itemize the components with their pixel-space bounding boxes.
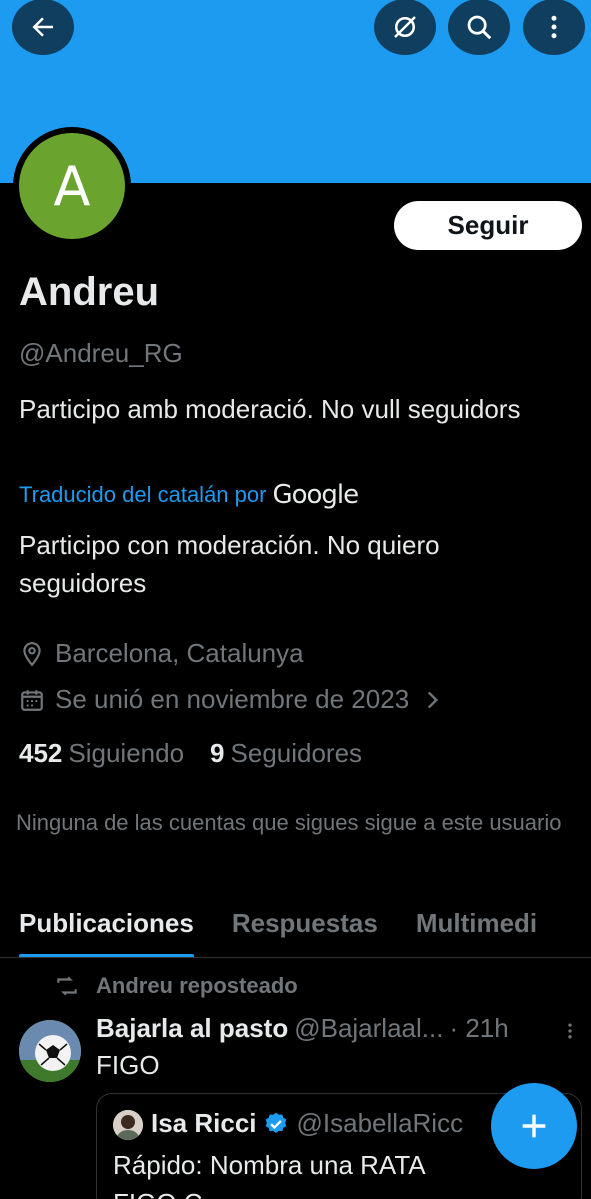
- repost-icon: [57, 976, 77, 996]
- more-options-button[interactable]: [523, 0, 585, 55]
- compose-button[interactable]: [491, 1083, 577, 1169]
- more-vertical-icon: [568, 1023, 572, 1039]
- quote-author-name: Isa Ricci: [151, 1108, 257, 1138]
- location-pin-icon: [23, 641, 41, 666]
- tab-respuestas[interactable]: Respuestas: [213, 898, 397, 957]
- grok-icon: [394, 16, 416, 38]
- following-link[interactable]: 452 Siguiendo: [19, 738, 184, 769]
- followers-label: Seguidores: [230, 738, 363, 768]
- chevron-right-icon: [428, 691, 439, 708]
- back-button[interactable]: [12, 0, 74, 55]
- post-text: FIGO: [96, 1050, 160, 1080]
- verified-badge-icon: [265, 1112, 286, 1133]
- repost-label: Andreu reposteado: [96, 973, 298, 998]
- profile-joined[interactable]: Se unió en noviembre de 2023: [19, 684, 445, 715]
- tab-publicaciones[interactable]: Publicaciones: [0, 898, 213, 957]
- more-vertical-icon: [551, 15, 557, 39]
- back-arrow-icon: [32, 17, 53, 37]
- post-author-handle[interactable]: @Bajarlaal...: [294, 1013, 443, 1044]
- follow-counts: 452 Siguiendo 9 Seguidores: [19, 738, 362, 769]
- post-header: Bajarla al pasto @Bajarlaal... · 21h: [96, 1013, 509, 1044]
- grok-button[interactable]: [374, 0, 436, 55]
- profile-name: Andreu: [19, 270, 159, 314]
- tab-label: Multimedi: [415, 908, 538, 938]
- profile-bio: Participo amb moderació. No vull seguido…: [19, 394, 521, 424]
- quote-text-cut: FIGO C...: [113, 1188, 224, 1199]
- active-tab-indicator: [19, 954, 194, 957]
- calendar-icon: [21, 689, 43, 711]
- followers-link[interactable]: 9 Seguidores: [210, 738, 362, 769]
- following-count: 452: [19, 738, 63, 768]
- avatar: A: [19, 133, 125, 239]
- profile-handle: @Andreu_RG: [19, 338, 183, 368]
- profile-tabs: Publicaciones Respuestas Multimedi: [0, 898, 591, 958]
- avatar-frame[interactable]: A: [13, 127, 131, 245]
- tab-label: Publicaciones: [19, 908, 194, 938]
- post-more-button[interactable]: [560, 1018, 580, 1049]
- translation-link[interactable]: Traducido del catalán por Google: [19, 480, 359, 510]
- soccer-ball-icon: [19, 1020, 81, 1082]
- quote-author-handle: @IsabellaRicc: [296, 1108, 464, 1138]
- quote-text: Rápido: Nombra una RATA: [113, 1150, 426, 1180]
- location-text: Barcelona, Catalunya: [55, 638, 304, 668]
- post-time: · 21h: [449, 1013, 509, 1043]
- profile-location: Barcelona, Catalunya: [19, 638, 304, 669]
- quote-header: Isa Ricci @IsabellaRicc: [151, 1108, 463, 1139]
- post-author-avatar[interactable]: [19, 1020, 81, 1082]
- joined-text: Se unió en noviembre de 2023: [55, 684, 410, 714]
- google-logo: Google: [272, 480, 359, 510]
- search-button[interactable]: [448, 0, 510, 55]
- mutual-followers-note: Ninguna de las cuentas que sigues sigue …: [16, 810, 562, 835]
- plus-icon: [522, 1114, 546, 1138]
- quote-author-avatar: [113, 1110, 143, 1140]
- person-photo-icon: [113, 1110, 143, 1140]
- search-icon: [467, 15, 492, 40]
- profile-bio-translated: Participo con moderación. No quiero segu…: [19, 530, 440, 598]
- tab-label: Respuestas: [231, 908, 378, 938]
- tab-multimedia[interactable]: Multimedi: [397, 898, 556, 957]
- repost-indicator: Andreu reposteado: [54, 973, 298, 999]
- follow-button[interactable]: Seguir: [394, 201, 582, 250]
- following-label: Siguiendo: [68, 738, 185, 768]
- translation-label: Traducido del catalán por: [19, 482, 267, 507]
- followers-count: 9: [210, 738, 225, 768]
- post-author-name[interactable]: Bajarla al pasto: [96, 1013, 288, 1044]
